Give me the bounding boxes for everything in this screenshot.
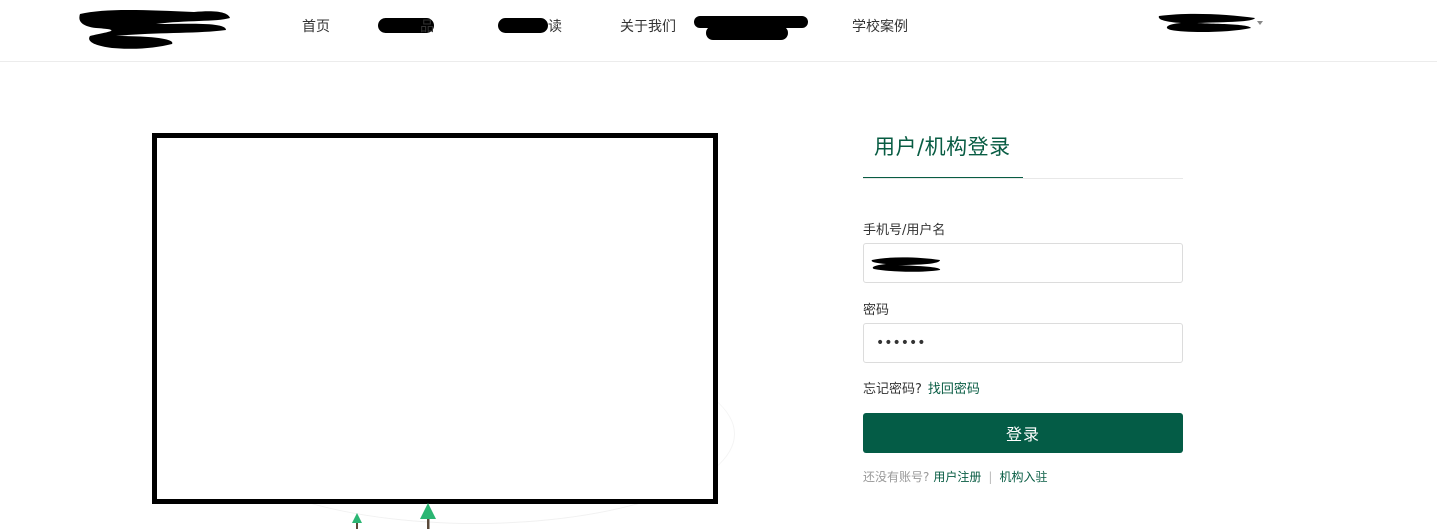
tree-icon: [352, 513, 362, 529]
forgot-password-text: 忘记密码?: [863, 382, 922, 397]
illustration-placeholder: [152, 133, 718, 504]
nav-home[interactable]: 首页: [302, 16, 330, 36]
site-logo[interactable]: [76, 6, 234, 52]
user-menu[interactable]: [1157, 12, 1265, 34]
username-label: 手机号/用户名: [863, 223, 946, 238]
no-account-text: 还没有账号?: [863, 470, 930, 484]
recover-password-link[interactable]: 找回密码: [928, 382, 980, 397]
nav-redacted[interactable]: [694, 16, 810, 42]
password-input[interactable]: [864, 324, 1182, 362]
chevron-down-icon: [1257, 21, 1263, 25]
tab-divider: [863, 178, 1183, 179]
username-field[interactable]: [863, 243, 1183, 283]
password-field[interactable]: [863, 323, 1183, 363]
nav-reading-label: 读: [548, 19, 562, 35]
tab-label: 用户/机构登录: [874, 135, 1011, 159]
redacted-text: [498, 18, 548, 33]
login-button[interactable]: 登录: [863, 413, 1183, 453]
tree-icon: [420, 503, 436, 529]
redacted-username-value: [871, 257, 941, 272]
password-label: 密码: [863, 303, 890, 318]
org-join-link[interactable]: 机构入驻: [999, 470, 1047, 484]
forgot-password-row: 忘记密码? 找回密码: [863, 378, 980, 397]
top-header: 首页 品 读 关于我们 学校案例: [0, 0, 1437, 62]
register-row: 还没有账号? 用户注册 | 机构入驻: [863, 468, 1047, 485]
user-register-link[interactable]: 用户注册: [933, 470, 981, 484]
nav-school-cases[interactable]: 学校案例: [852, 16, 908, 36]
redacted-username: [1158, 13, 1255, 33]
link-separator: |: [988, 470, 993, 484]
nav-products-label: 品: [420, 19, 434, 35]
tab-user-org-login[interactable]: 用户/机构登录: [863, 120, 1023, 179]
redacted-text: [706, 26, 788, 40]
nav-about[interactable]: 关于我们: [620, 16, 676, 36]
